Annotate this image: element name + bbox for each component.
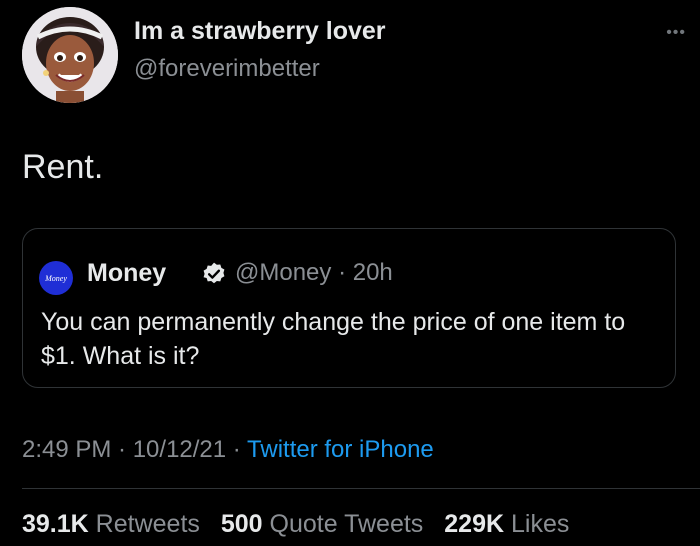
tweet-timestamp: 2:49 PM · 10/12/21 · Twitter for iPhone: [22, 436, 434, 464]
author-handle[interactable]: @foreverimbetter: [134, 55, 320, 83]
quote-tweets-label[interactable]: Quote Tweets: [270, 510, 424, 538]
engagement-stats: 39.1K Retweets 500 Quote Tweets 229K Lik…: [22, 510, 569, 539]
author-display-name[interactable]: Im a strawberry lover: [134, 17, 386, 46]
quote-tweets-count[interactable]: 500: [221, 510, 263, 538]
quoted-tweet-text: You can permanently change the price of …: [41, 308, 626, 370]
quoted-avatar[interactable]: Money: [39, 261, 73, 295]
retweets-count[interactable]: 39.1K: [22, 510, 89, 538]
tweet: Im a strawberry lover @foreverimbetter •…: [0, 0, 700, 546]
quoted-avatar-label: Money: [45, 273, 67, 283]
timestamp-time-date[interactable]: 2:49 PM · 10/12/21 ·: [22, 436, 247, 463]
verified-badge-icon: [203, 262, 225, 284]
quoted-tweet[interactable]: Money Money @Money · 20h You can permane…: [22, 228, 676, 388]
likes-count[interactable]: 229K: [444, 510, 504, 538]
more-options-icon[interactable]: •••: [666, 24, 686, 42]
tweet-text: Rent.: [22, 148, 104, 186]
cartoon-woman-avatar-icon: [22, 7, 118, 103]
author-avatar[interactable]: [22, 7, 118, 103]
quoted-author-name[interactable]: Money: [87, 259, 166, 288]
divider: [22, 488, 700, 489]
retweets-label[interactable]: Retweets: [96, 510, 200, 538]
likes-label[interactable]: Likes: [511, 510, 569, 538]
source-link[interactable]: Twitter for iPhone: [247, 436, 434, 463]
quoted-handle-time: @Money · 20h: [235, 259, 393, 286]
